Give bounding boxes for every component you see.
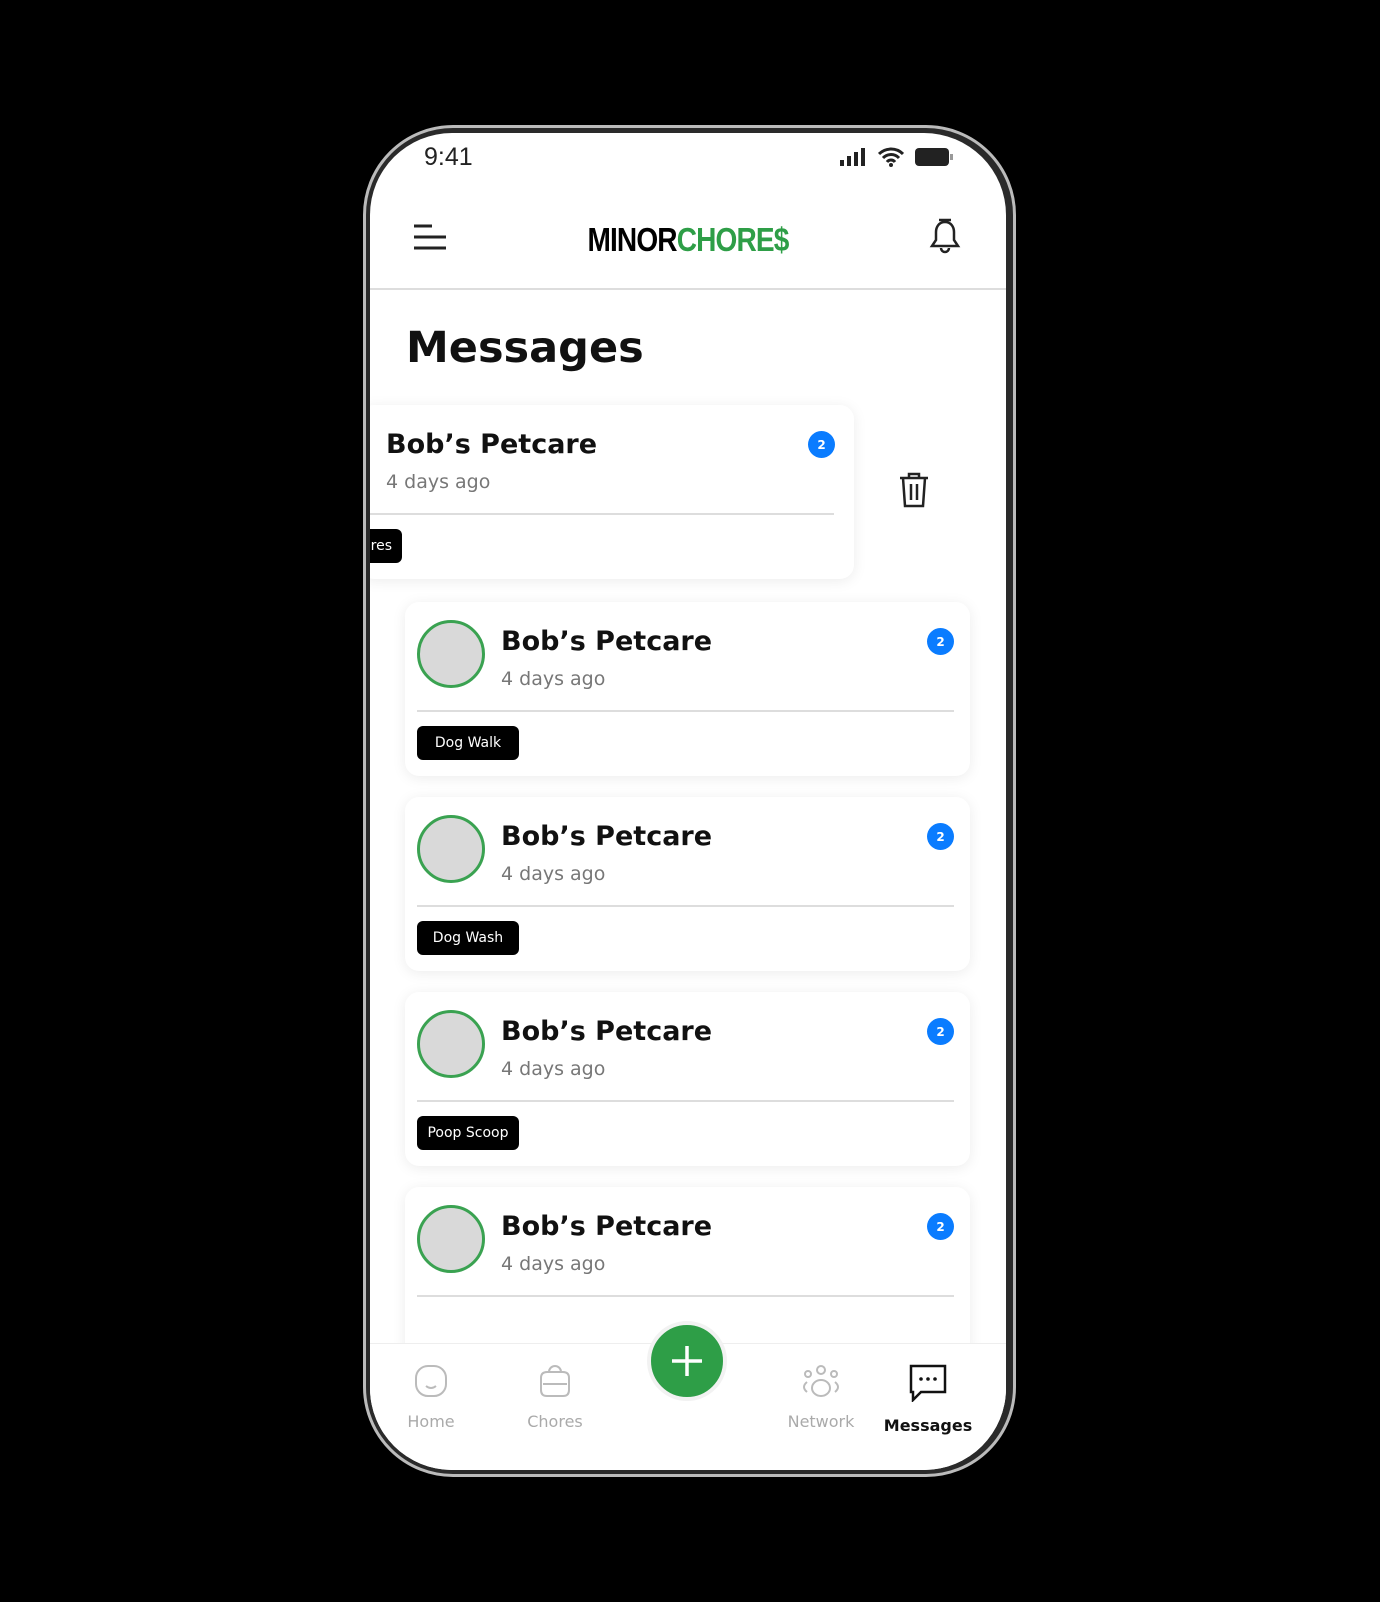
sender-name: Bob’s Petcare (501, 821, 713, 852)
avatar (417, 620, 485, 688)
message-time: 4 days ago (501, 668, 606, 690)
swiped-message-card[interactable]: Bob’s Petcare 4 days ago 2 res (370, 405, 854, 579)
nav-chores[interactable]: Chores (505, 1364, 605, 1431)
battery-icon (915, 148, 953, 166)
unread-badge: 2 (927, 1018, 954, 1045)
message-card[interactable]: Bob’s Petcare 4 days ago 2 Poop Scoop (405, 992, 970, 1166)
chore-tag: res (370, 529, 402, 563)
page-title: Messages (406, 323, 644, 373)
sender-name: Bob’s Petcare (501, 1016, 713, 1047)
message-time: 4 days ago (501, 863, 606, 885)
chore-tag: Dog Walk (417, 726, 519, 760)
plus-icon (672, 1346, 702, 1376)
app-header: MINORCHORE$ (370, 193, 1006, 290)
screen: 9:41 MINORCHORE$ Messages Bob’s Petcare … (370, 133, 1006, 1470)
divider (417, 710, 954, 712)
message-time: 4 days ago (501, 1253, 606, 1275)
sender-name: Bob’s Petcare (501, 1211, 713, 1242)
avatar (417, 815, 485, 883)
chore-tag: Poop Scoop (417, 1116, 519, 1150)
divider (417, 1295, 954, 1297)
avatar (417, 1010, 485, 1078)
message-time: 4 days ago (501, 1058, 606, 1080)
divider (370, 513, 834, 515)
nav-network[interactable]: Network (771, 1364, 871, 1431)
app-logo: MINORCHORE$ (587, 221, 789, 258)
chat-icon (909, 1364, 947, 1402)
nav-messages[interactable]: Messages (878, 1364, 978, 1435)
divider (417, 1100, 954, 1102)
unread-badge: 2 (808, 431, 835, 458)
bell-icon[interactable] (929, 218, 961, 254)
trash-icon[interactable] (898, 471, 930, 509)
unread-badge: 2 (927, 628, 954, 655)
unread-badge: 2 (927, 1213, 954, 1240)
status-icons (840, 147, 954, 167)
wifi-icon (878, 147, 904, 167)
chore-tag: Dog Wash (417, 921, 519, 955)
message-card[interactable]: Bob’s Petcare 4 days ago 2 Dog Walk (405, 602, 970, 776)
bucket-icon (540, 1365, 570, 1397)
signal-icon (840, 148, 865, 166)
add-button[interactable] (647, 1321, 727, 1401)
status-time: 9:41 (424, 143, 473, 171)
avatar (417, 1205, 485, 1273)
unread-badge: 2 (927, 823, 954, 850)
home-icon (415, 1365, 447, 1397)
nav-home[interactable]: Home (381, 1364, 481, 1431)
people-icon (803, 1365, 839, 1397)
sender-name: Bob’s Petcare (501, 626, 713, 657)
divider (417, 905, 954, 907)
message-card[interactable]: Bob’s Petcare 4 days ago 2 Dog Wash (405, 797, 970, 971)
